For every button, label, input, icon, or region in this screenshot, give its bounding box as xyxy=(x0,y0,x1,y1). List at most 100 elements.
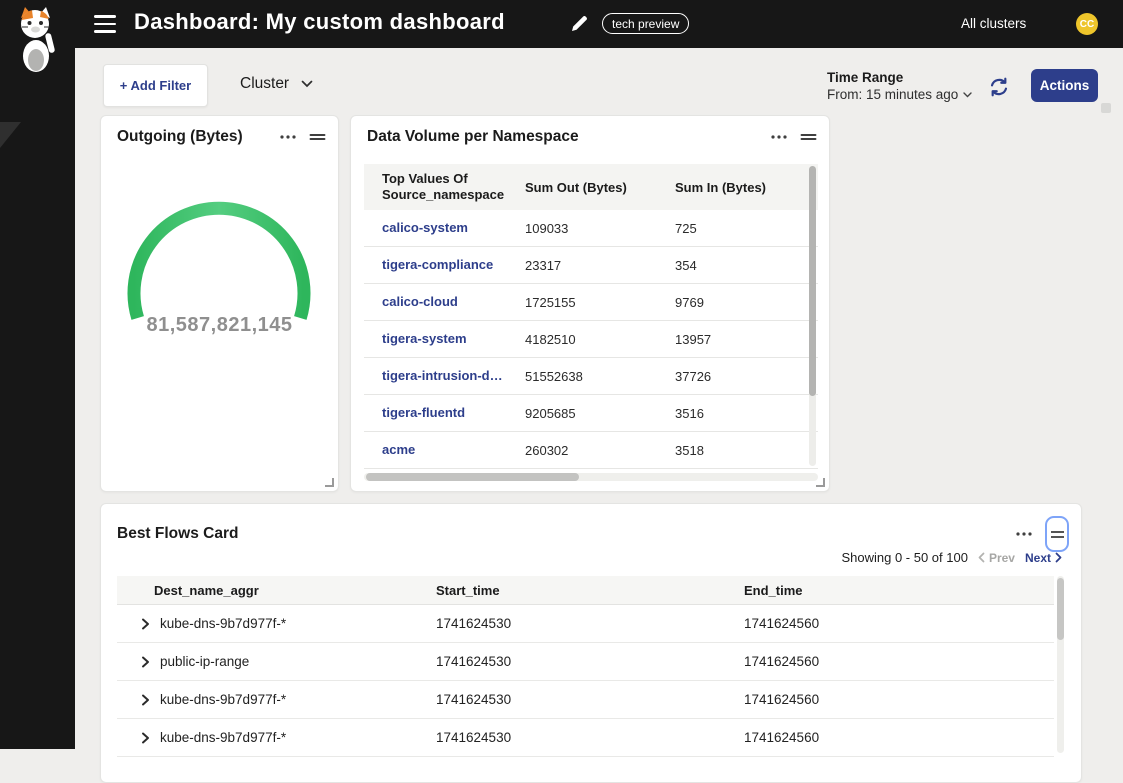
namespace-link[interactable]: tigera-system xyxy=(382,331,467,346)
end-time: 1741624560 xyxy=(744,654,1054,669)
page-scrollbar-thumb[interactable] xyxy=(1101,103,1111,113)
namespace-link[interactable]: calico-system xyxy=(382,220,468,235)
namespace-link[interactable]: tigera-fluentd xyxy=(382,405,465,420)
card-drag-handle-icon[interactable] xyxy=(800,131,817,143)
sum-in-value: 3516 xyxy=(675,406,818,421)
table-header-row: Dest_name_aggr Start_time End_time xyxy=(117,576,1054,605)
card-title: Outgoing (Bytes) xyxy=(117,128,267,146)
actions-button[interactable]: Actions xyxy=(1031,69,1098,102)
sum-out-value: 51552638 xyxy=(525,369,675,384)
column-header: Dest_name_aggr xyxy=(117,583,436,598)
dest-name: kube-dns-9b7d977f-* xyxy=(160,730,286,745)
gauge-value: 81,587,821,145 xyxy=(101,314,338,337)
showing-count: Showing 0 - 50 of 100 xyxy=(841,550,967,565)
card-menu-ellipsis-icon[interactable] xyxy=(770,134,788,140)
outgoing-bytes-card: Outgoing (Bytes) 81,587,821,145 xyxy=(100,115,339,492)
namespace-table: Top Values Of Source_namespace Sum Out (… xyxy=(364,164,818,469)
namespace-link[interactable]: acme xyxy=(382,442,415,457)
card-menu-ellipsis-icon[interactable] xyxy=(1015,531,1033,537)
expand-row-chevron-icon[interactable] xyxy=(139,732,151,744)
user-avatar[interactable]: CC xyxy=(1076,13,1098,35)
chevron-right-icon xyxy=(1055,552,1062,563)
table-horizontal-scrollbar[interactable] xyxy=(364,473,818,481)
table-row[interactable]: tigera-fluentd 9205685 3516 xyxy=(364,395,818,432)
sum-in-value: 13957 xyxy=(675,332,818,347)
end-time: 1741624560 xyxy=(744,692,1054,707)
sum-out-value: 1725155 xyxy=(525,295,675,310)
table-row[interactable]: tigera-intrusion-d… 51552638 37726 xyxy=(364,358,818,395)
expand-row-chevron-icon[interactable] xyxy=(139,694,151,706)
end-time: 1741624560 xyxy=(744,616,1054,631)
time-range-title: Time Range xyxy=(827,70,972,85)
start-time: 1741624530 xyxy=(436,616,744,631)
card-title: Best Flows Card xyxy=(117,525,1003,543)
sum-in-value: 354 xyxy=(675,258,818,273)
card-resize-handle[interactable] xyxy=(325,478,334,487)
chevron-down-icon xyxy=(963,92,972,98)
refresh-button[interactable] xyxy=(987,75,1011,99)
sum-out-value: 260302 xyxy=(525,443,675,458)
sidebar-fold-decoration xyxy=(0,122,21,148)
table-row[interactable]: kube-dns-9b7d977f-* 1741624530 174162456… xyxy=(117,719,1054,757)
expand-row-chevron-icon[interactable] xyxy=(139,656,151,668)
dest-name: kube-dns-9b7d977f-* xyxy=(160,616,286,631)
time-range-dropdown[interactable]: From: 15 minutes ago xyxy=(827,87,972,102)
table-row[interactable]: acme 260302 3518 xyxy=(364,432,818,469)
edit-pencil-icon[interactable] xyxy=(570,14,589,38)
table-header-row: Top Values Of Source_namespace Sum Out (… xyxy=(364,164,818,210)
sum-in-value: 725 xyxy=(675,221,818,236)
column-header: Sum In (Bytes) xyxy=(675,180,818,195)
sum-out-value: 9205685 xyxy=(525,406,675,421)
card-resize-handle[interactable] xyxy=(816,478,825,487)
table-row[interactable]: kube-dns-9b7d977f-* 1741624530 174162456… xyxy=(117,681,1054,719)
sum-in-value: 3518 xyxy=(675,443,818,458)
namespace-link[interactable]: tigera-intrusion-d… xyxy=(382,368,503,383)
chevron-down-icon xyxy=(301,80,313,88)
add-filter-button[interactable]: + Add Filter xyxy=(103,64,208,107)
cluster-filter-label: Cluster xyxy=(240,75,289,93)
namespace-link[interactable]: tigera-compliance xyxy=(382,257,493,272)
sum-out-value: 109033 xyxy=(525,221,675,236)
table-row[interactable]: tigera-compliance 23317 354 xyxy=(364,247,818,284)
sum-in-value: 37726 xyxy=(675,369,818,384)
table-vertical-scrollbar[interactable] xyxy=(809,166,816,466)
column-header: Top Values Of Source_namespace xyxy=(364,171,525,204)
card-drag-handle-focused[interactable] xyxy=(1045,516,1069,552)
table-row[interactable]: public-ip-range 1741624530 1741624560 xyxy=(117,643,1054,681)
sum-out-value: 23317 xyxy=(525,258,675,273)
namespace-link[interactable]: calico-cloud xyxy=(382,294,458,309)
card-menu-ellipsis-icon[interactable] xyxy=(279,134,297,140)
cluster-selector[interactable]: All clusters xyxy=(961,16,1026,31)
table-row[interactable]: calico-system 109033 725 xyxy=(364,210,818,247)
table-row[interactable]: tigera-system 4182510 13957 xyxy=(364,321,818,358)
column-header: Start_time xyxy=(436,583,744,598)
card-title: Data Volume per Namespace xyxy=(367,128,758,146)
column-header: End_time xyxy=(744,583,1054,598)
tech-preview-badge: tech preview xyxy=(602,13,689,34)
best-flows-card: Best Flows Card Showing 0 - 50 of 100 Pr… xyxy=(100,503,1082,783)
dest-name: public-ip-range xyxy=(160,654,249,669)
start-time: 1741624530 xyxy=(436,730,744,745)
start-time: 1741624530 xyxy=(436,654,744,669)
prev-page-button[interactable]: Prev xyxy=(978,551,1015,565)
table-row[interactable]: calico-cloud 1725155 9769 xyxy=(364,284,818,321)
column-header: Sum Out (Bytes) xyxy=(525,180,675,195)
sum-in-value: 9769 xyxy=(675,295,818,310)
expand-row-chevron-icon[interactable] xyxy=(139,618,151,630)
data-volume-card: Data Volume per Namespace Top Values Of … xyxy=(350,115,830,492)
sidebar xyxy=(0,0,75,749)
card-drag-handle-icon[interactable] xyxy=(309,131,326,143)
menu-hamburger-icon[interactable] xyxy=(94,15,116,33)
chevron-left-icon xyxy=(978,552,985,563)
calico-cat-logo xyxy=(10,5,62,80)
end-time: 1741624560 xyxy=(744,730,1054,745)
next-page-button[interactable]: Next xyxy=(1025,551,1062,565)
table-vertical-scrollbar[interactable] xyxy=(1057,576,1064,753)
time-range-value: From: 15 minutes ago xyxy=(827,87,958,102)
pagination: Showing 0 - 50 of 100 Prev Next xyxy=(841,550,1062,565)
dest-name: kube-dns-9b7d977f-* xyxy=(160,692,286,707)
table-row[interactable]: kube-dns-9b7d977f-* 1741624530 174162456… xyxy=(117,605,1054,643)
cluster-filter-dropdown[interactable]: Cluster xyxy=(240,75,313,93)
sum-out-value: 4182510 xyxy=(525,332,675,347)
time-range-block: Time Range From: 15 minutes ago xyxy=(827,70,972,102)
